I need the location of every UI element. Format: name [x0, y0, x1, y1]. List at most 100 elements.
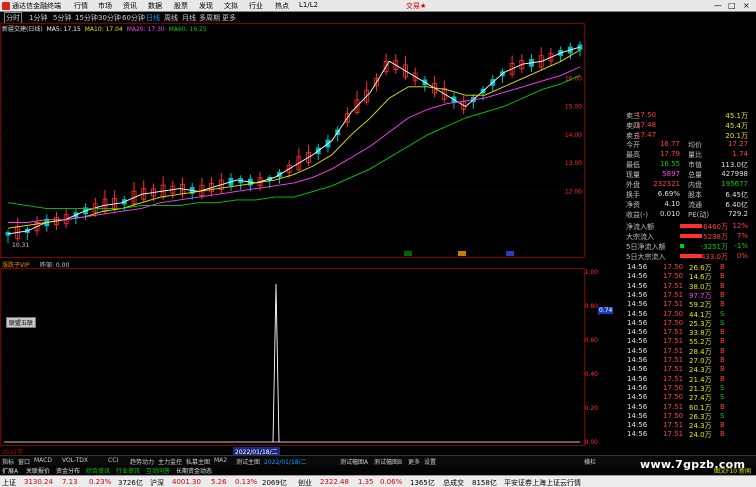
trade-row[interactable]: 14:56 17.51 33.8万 B	[627, 328, 747, 337]
indicator-svg: 1.00 0.80 0.60 0.40 0.20 0.00	[0, 268, 614, 446]
trade-row[interactable]: 14:56 17.50 25.3万 S	[627, 319, 747, 328]
period-multi[interactable]: 多周期	[199, 13, 220, 23]
menu-gupiao[interactable]: 股票	[174, 1, 188, 11]
tab-2[interactable]: MACD	[34, 457, 52, 464]
trade-row[interactable]: 14:56 17.50 14.6万 B	[627, 272, 747, 281]
status-bar: 上证 3130.24 7.13 0.23% 3726亿 沪深 4001.30 5.26 0.13…	[0, 475, 756, 487]
chart-frame	[0, 23, 585, 258]
trade-row[interactable]: 14:56 17.51 55.2万 B	[627, 337, 747, 346]
trade-row[interactable]: 14:56 17.51 59.2万 B	[627, 300, 747, 309]
trade-time: 14:56	[627, 365, 648, 374]
period-60min[interactable]: 60分钟	[122, 13, 145, 23]
trade-row[interactable]: 14:56 17.51 27.0万 B	[627, 356, 747, 365]
minimize-button[interactable]: —	[714, 1, 722, 10]
trade-row[interactable]: 14:56 17.51 60.1万 B	[627, 403, 747, 412]
flow-percent: 7%	[736, 232, 748, 240]
stat-label: PE(动)	[688, 211, 710, 219]
menu-trade[interactable]: 交易★	[406, 1, 426, 11]
trade-row[interactable]: 14:56 17.50 27.4万 S	[627, 393, 747, 402]
trade-row[interactable]: 14:56 17.51 24.0万 B	[627, 430, 747, 439]
tab-3[interactable]: VOL-TDX	[62, 457, 88, 464]
flow-percent: 0%	[736, 252, 748, 260]
menu-shuju[interactable]: 数据	[148, 1, 162, 11]
tab-8[interactable]: MA2	[214, 457, 227, 464]
trade-row[interactable]: 14:56 17.50 26.3万 S	[627, 412, 747, 421]
trade-time: 14:56	[627, 300, 648, 309]
trade-row[interactable]: 14:56 17.50 26.6万 B	[627, 263, 747, 272]
info-tab-3[interactable]: 综合资讯	[86, 466, 110, 475]
menu-shichang[interactable]: 市场	[98, 1, 112, 11]
trade-time: 14:56	[627, 430, 648, 439]
flow-percent: -1%	[734, 242, 748, 250]
info-tab-5[interactable]: 互动问答	[146, 466, 170, 475]
info-tab-2[interactable]: 资金分布	[56, 466, 80, 475]
kline-chart[interactable]: 新疆交建(日线) MA5: 17.15 MA10: 17.04 MA20: 17…	[0, 23, 600, 258]
status-item-15: 总成交	[443, 479, 464, 487]
trade-row[interactable]: 14:56 17.51 28.4万 B	[627, 347, 747, 356]
info-tab-4[interactable]: 行业资讯	[116, 466, 140, 475]
info-tab-6[interactable]: 长期资金动态	[176, 466, 212, 475]
trade-price: 17.51	[663, 421, 684, 430]
status-item-14: 1365亿	[410, 479, 435, 487]
period-30min[interactable]: 30分钟	[98, 13, 121, 23]
status-item-12: 1.35	[358, 478, 374, 486]
flow-label: 5日大宗流入	[626, 253, 666, 261]
trade-time: 14:56	[627, 411, 648, 420]
event-marker-icon	[404, 251, 412, 256]
tab-4[interactable]: CCI	[108, 457, 118, 464]
period-more[interactable]: 更多	[222, 13, 236, 23]
trade-time: 14:56	[627, 263, 648, 271]
info-tab-0[interactable]: 扩展A	[2, 466, 18, 475]
trade-row[interactable]: 14:56 17.50 21.3万 S	[627, 384, 747, 393]
trade-direction: S	[720, 309, 725, 318]
stat-value: 1.74	[732, 150, 748, 158]
quote-panel: 卖三 17.50 45.1万 卖四 17.48 45.4万 卖五 17.47 20.1万 今开 16…	[600, 23, 756, 263]
menu-l1l2[interactable]: L1/L2	[299, 1, 318, 9]
status-item-11: 2322.48	[320, 478, 349, 486]
trade-time: 14:56	[627, 337, 648, 346]
sub-chart-frame	[0, 268, 585, 446]
trade-row[interactable]: 14:56 17.51 21.4万 B	[627, 375, 747, 384]
info-tab-1[interactable]: 关联报价	[26, 466, 50, 475]
ask-price: 17.50	[636, 111, 657, 119]
flow-row: 净流入额 6460万 12%	[600, 222, 748, 231]
trade-row[interactable]: 14:56 17.50 44.1万 S	[627, 310, 747, 319]
trade-row[interactable]: 14:56 17.51 24.3万 B	[627, 365, 747, 374]
trade-price: 17.51	[663, 356, 684, 364]
trade-time: 14:56	[627, 309, 648, 318]
maximize-button[interactable]: □	[728, 1, 736, 10]
menu-zixun[interactable]: 资讯	[123, 1, 137, 11]
trade-price: 17.51	[663, 430, 684, 439]
event-marker-icon	[458, 251, 466, 256]
period-1min[interactable]: 1分钟	[29, 13, 47, 23]
menu-redian[interactable]: 热点	[275, 1, 289, 11]
menu-hangqing[interactable]: 行情	[74, 1, 88, 11]
stat-value: 6.40亿	[725, 201, 748, 209]
trade-time: 14:56	[627, 272, 648, 281]
trade-row[interactable]: 14:56 17.51 38.0万 B	[627, 282, 747, 291]
indicator-chart[interactable]: 1.00 0.80 0.60 0.40 0.20 0.00 联盟五联 0.74	[0, 268, 614, 446]
menu-hangye[interactable]: 行业	[249, 1, 263, 11]
trade-row[interactable]: 14:56 17.51 24.3万 B	[627, 421, 747, 430]
period-15min[interactable]: 15分钟	[75, 13, 98, 23]
menu-wenni[interactable]: 文拟	[224, 1, 238, 11]
period-weekly[interactable]: 周线	[164, 13, 178, 23]
menu-faxian[interactable]: 发现	[199, 1, 213, 11]
period-5min[interactable]: 5分钟	[53, 13, 71, 23]
quote-ask-row: 卖三 17.50 45.1万	[600, 111, 748, 120]
stat-label: 净资	[626, 201, 640, 209]
close-button[interactable]: ×	[743, 1, 750, 10]
period-monthly[interactable]: 月线	[182, 13, 196, 23]
quote-stat-row: 最高 17.79 量比 1.74	[600, 150, 748, 159]
trade-direction: S	[720, 411, 725, 420]
trade-row[interactable]: 14:56 17.51 97.7万 B	[627, 291, 747, 300]
trade-list[interactable]: 14:56 17.50 26.6万 B 14:56 17.50 14.6万 B 14:56 17.…	[627, 263, 756, 441]
trade-direction: B	[720, 421, 725, 430]
kline-svg: 16.0015.0014.0013.0012.00	[0, 23, 585, 258]
trade-time: 14:56	[627, 318, 648, 327]
trade-volume: 24.0万	[689, 431, 712, 440]
trade-direction: B	[720, 300, 725, 309]
indicator-tooltip[interactable]: 联盟五联	[6, 317, 37, 328]
period-daily[interactable]: 日线	[146, 13, 160, 23]
sub-axis-label: 0.20	[585, 405, 599, 412]
